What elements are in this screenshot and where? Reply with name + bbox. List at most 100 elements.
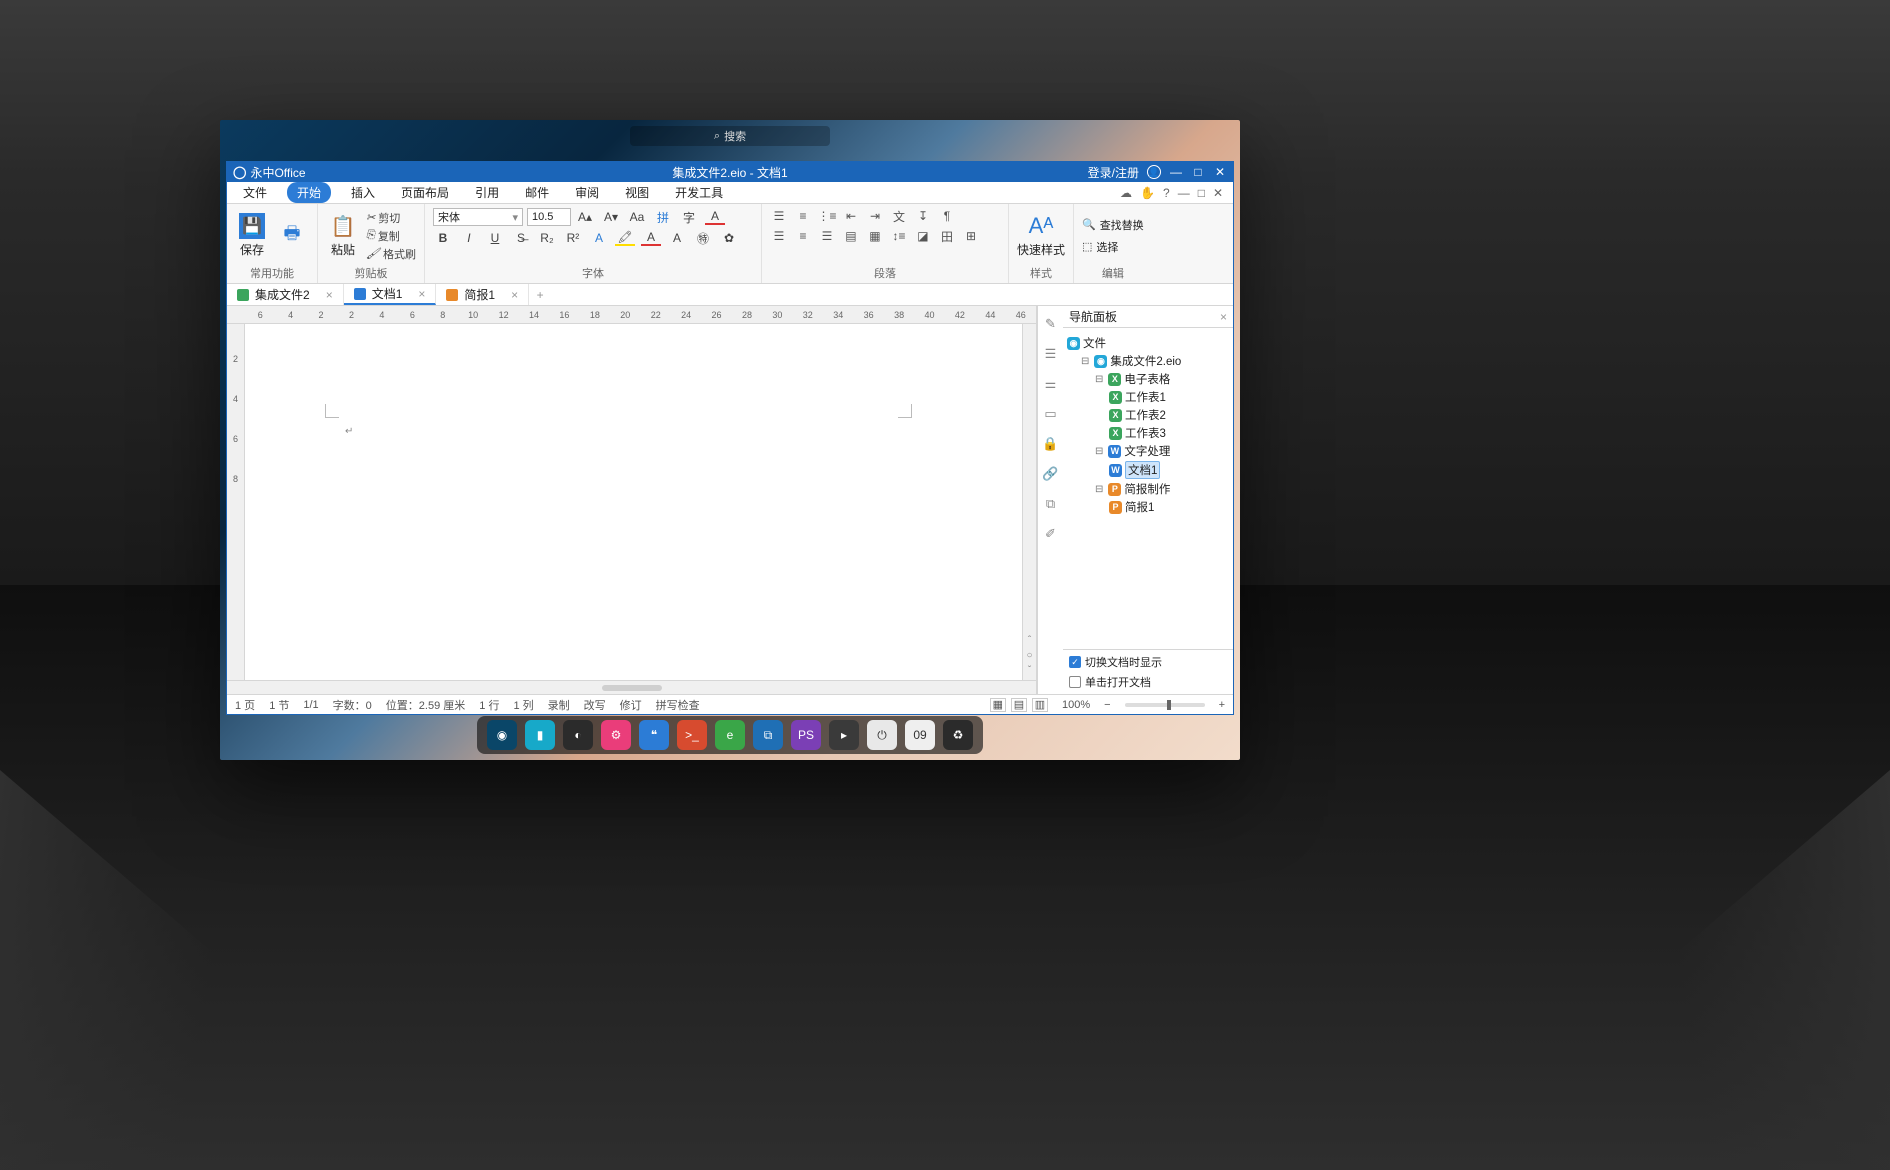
- menu-developer[interactable]: 开发工具: [669, 182, 729, 203]
- menu-insert[interactable]: 插入: [345, 182, 381, 203]
- find-replace-button[interactable]: 🔍查找替换: [1082, 217, 1144, 233]
- desktop-search[interactable]: ⌕ 搜索: [630, 126, 830, 146]
- nav-opt-single[interactable]: 单击打开文档: [1069, 674, 1227, 690]
- menu-view[interactable]: 视图: [619, 182, 655, 203]
- ribbon-window-button[interactable]: □: [1198, 186, 1205, 200]
- horizontal-scrollbar[interactable]: [227, 680, 1036, 694]
- highlight-button[interactable]: 🖍: [615, 230, 635, 246]
- copy-button[interactable]: 复制: [366, 228, 416, 244]
- tree-root[interactable]: ◉文件: [1067, 334, 1229, 352]
- cloud-icon[interactable]: ☁: [1120, 186, 1132, 200]
- vertical-ruler[interactable]: 2468: [227, 324, 245, 680]
- change-case-button[interactable]: Aa: [627, 209, 647, 225]
- dock-app-media[interactable]: ◐: [563, 720, 593, 750]
- link-tool-icon[interactable]: 🔗: [1042, 466, 1058, 482]
- ribbon-close-button[interactable]: ✕: [1213, 186, 1223, 200]
- char-border-button[interactable]: 字: [679, 209, 699, 225]
- vertical-scrollbar[interactable]: ˆ ○ ˇ: [1022, 324, 1036, 680]
- multilevel-button[interactable]: ⋮≡: [818, 208, 836, 224]
- cut-button[interactable]: 剪切: [366, 210, 416, 226]
- sliders-tool-icon[interactable]: ⚌: [1045, 376, 1057, 392]
- doc-tab-2[interactable]: 简报1 ×: [436, 284, 529, 305]
- quick-style-button[interactable]: Aᴬ 快速样式: [1017, 213, 1065, 258]
- line-spacing-button[interactable]: ↕≡: [890, 228, 908, 244]
- italic-button[interactable]: I: [459, 230, 479, 246]
- show-marks-button[interactable]: ¶: [938, 208, 956, 224]
- format-painter-button[interactable]: 格式刷: [366, 246, 416, 262]
- tree-sheet-2[interactable]: X工作表3: [1067, 424, 1229, 442]
- align-center-button[interactable]: ≡: [794, 228, 812, 244]
- menu-review[interactable]: 审阅: [569, 182, 605, 203]
- menu-home[interactable]: 开始: [287, 182, 331, 203]
- dock-app-phpstorm[interactable]: PS: [791, 720, 821, 750]
- maximize-button[interactable]: □: [1191, 165, 1205, 179]
- distribute-button[interactable]: ▦: [866, 228, 884, 244]
- grow-font-button[interactable]: A▴: [575, 209, 595, 225]
- align-right-button[interactable]: ☰: [818, 228, 836, 244]
- superscript-button[interactable]: R²: [563, 230, 583, 246]
- zoom-in-button[interactable]: +: [1219, 699, 1225, 711]
- minimize-button[interactable]: —: [1169, 165, 1183, 179]
- copy-tool-icon[interactable]: ⧉: [1046, 496, 1055, 512]
- dock-app-vscode[interactable]: ⧉: [753, 720, 783, 750]
- dock-app-plugin[interactable]: ▸: [829, 720, 859, 750]
- dock-app-trash[interactable]: ♻: [943, 720, 973, 750]
- note-tool-icon[interactable]: ✐: [1045, 526, 1056, 542]
- tree-spreadsheet[interactable]: X电子表格: [1067, 370, 1229, 388]
- close-tab-2[interactable]: ×: [511, 288, 518, 302]
- font-color-button[interactable]: A: [705, 209, 725, 225]
- scroll-up-icon[interactable]: ˆ: [1028, 635, 1031, 646]
- shrink-font-button[interactable]: A▾: [601, 209, 621, 225]
- close-tab-1[interactable]: ×: [418, 287, 425, 301]
- ribbon-minimize-button[interactable]: —: [1178, 186, 1190, 200]
- add-tab-button[interactable]: +: [529, 284, 551, 305]
- view-read-button[interactable]: ▤: [1011, 698, 1027, 712]
- nav-opt-switch[interactable]: ✓切换文档时显示: [1069, 654, 1227, 670]
- close-button[interactable]: ✕: [1213, 165, 1227, 179]
- align-left-button[interactable]: ☰: [770, 228, 788, 244]
- tree-sheet-1[interactable]: X工作表2: [1067, 406, 1229, 424]
- horizontal-ruler[interactable]: 6422468101214161820222426283032343638404…: [227, 306, 1036, 324]
- login-link[interactable]: 登录/注册: [1088, 164, 1139, 181]
- font-color2-button[interactable]: A: [641, 230, 661, 246]
- menu-mail[interactable]: 邮件: [519, 182, 555, 203]
- scroll-down-icon[interactable]: ˇ: [1028, 665, 1031, 676]
- dock-app-browser[interactable]: e: [715, 720, 745, 750]
- borders-button[interactable]: 田: [938, 228, 956, 244]
- menu-layout[interactable]: 页面布局: [395, 182, 455, 203]
- view-print-button[interactable]: ▦: [990, 698, 1006, 712]
- tree-file[interactable]: ◉集成文件2.eio: [1067, 352, 1229, 370]
- menu-references[interactable]: 引用: [469, 182, 505, 203]
- status-record[interactable]: 录制: [548, 697, 570, 713]
- save-button[interactable]: 💾 保存: [235, 213, 269, 258]
- sort-button[interactable]: ↧: [914, 208, 932, 224]
- paste-button[interactable]: 📋 粘贴: [326, 213, 360, 258]
- char-shading-button[interactable]: A: [667, 230, 687, 246]
- text-effects-button[interactable]: A: [589, 230, 609, 246]
- card-tool-icon[interactable]: ▭: [1044, 406, 1056, 422]
- help-icon[interactable]: ?: [1163, 186, 1170, 200]
- user-avatar-icon[interactable]: 👤: [1147, 165, 1161, 179]
- underline-button[interactable]: U: [485, 230, 505, 246]
- dock-app-terminal[interactable]: >_: [677, 720, 707, 750]
- clear-format-button[interactable]: ✿: [719, 230, 739, 246]
- document-page[interactable]: ↵: [245, 324, 1022, 680]
- tree-wordproc[interactable]: W文字处理: [1067, 442, 1229, 460]
- tabs-button[interactable]: ⊞: [962, 228, 980, 244]
- close-tab-0[interactable]: ×: [326, 288, 333, 302]
- enclose-char-button[interactable]: ㊕: [693, 230, 713, 246]
- justify-button[interactable]: ▤: [842, 228, 860, 244]
- navigator-close-button[interactable]: ×: [1220, 310, 1227, 324]
- select-button[interactable]: ⬚选择: [1082, 239, 1144, 255]
- increase-indent-button[interactable]: ⇥: [866, 208, 884, 224]
- dock-app-launcher[interactable]: ◉: [487, 720, 517, 750]
- menu-file[interactable]: 文件: [237, 182, 273, 203]
- print-button[interactable]: 🖶: [275, 223, 309, 249]
- status-overwrite[interactable]: 改写: [584, 697, 606, 713]
- hand-icon[interactable]: ✋: [1140, 186, 1155, 200]
- lock-tool-icon[interactable]: 🔒: [1042, 436, 1058, 452]
- font-size-select[interactable]: 10.5: [527, 208, 571, 226]
- tree-slide[interactable]: P简报1: [1067, 498, 1229, 516]
- tree-sheet-0[interactable]: X工作表1: [1067, 388, 1229, 406]
- dock-app-office[interactable]: ❝: [639, 720, 669, 750]
